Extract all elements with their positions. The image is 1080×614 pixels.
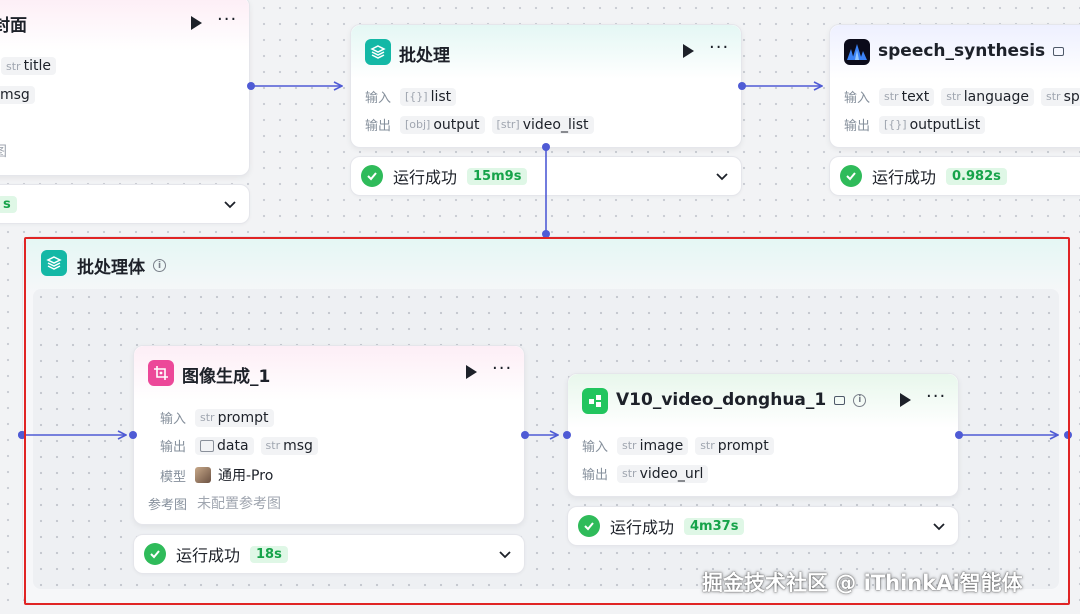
- run-time-badge: 4m37s: [684, 517, 745, 535]
- more-menu-button[interactable]: ···: [492, 358, 512, 379]
- input-tag-prompt: str prompt: [195, 408, 274, 427]
- input-tag-text: str text: [879, 87, 935, 106]
- more-menu-button[interactable]: ···: [926, 386, 946, 407]
- output-tag-output: [obj] output: [400, 115, 485, 134]
- video-node-status[interactable]: 运行成功 4m37s: [567, 506, 959, 546]
- image-node-status[interactable]: 运行成功 18s: [133, 534, 525, 574]
- video-node-title: V10_video_donghua_1 i: [616, 390, 867, 410]
- ref-image-value: 未配置参考图: [197, 496, 281, 512]
- batch-node-status[interactable]: 运行成功 15m9s: [350, 156, 742, 196]
- status-text: 运行成功: [610, 518, 675, 537]
- run-time-badge: 18s: [250, 545, 288, 563]
- batch-node[interactable]: 批处理 ··· 输入 [{}] list 输出 [obj] output [str]…: [350, 24, 742, 148]
- watermark: 掘金技术社区 @ iThinkAi智能体: [702, 571, 1023, 595]
- model-name: 通用-Pro: [218, 468, 274, 484]
- plugin-badge-icon: [834, 395, 846, 405]
- input-tag-speak: strspeak: [1040, 87, 1080, 106]
- more-menu-button[interactable]: ···: [709, 37, 729, 58]
- status-text: 运行成功: [393, 168, 458, 187]
- run-button[interactable]: [191, 16, 202, 30]
- run-button[interactable]: [683, 44, 694, 58]
- output-tag-video-list: [str] video_list: [491, 115, 594, 134]
- status-text: 运行成功: [176, 546, 241, 565]
- image-node-title: 图像生成_1: [182, 367, 271, 387]
- run-button[interactable]: [466, 365, 477, 379]
- batch-node-title: 批处理: [399, 46, 450, 66]
- output-tag-msg: str msg: [260, 436, 318, 455]
- edge-batch-to-speech: [738, 82, 822, 90]
- group-title: 批处理体 i: [77, 253, 166, 278]
- info-icon[interactable]: i: [153, 259, 166, 272]
- chevron-down-icon[interactable]: [498, 547, 512, 561]
- layers-icon: [365, 39, 391, 65]
- output-tag-video-url: str video_url: [617, 464, 709, 483]
- waveform-logo-icon: [844, 39, 870, 65]
- cover-node[interactable]: 封面 ··· strtitle msg 图: [0, 0, 250, 176]
- run-time-badge: 15m9s: [467, 167, 528, 185]
- image-generation-node[interactable]: 图像生成_1 ··· 输入 str prompt 输出 data str msg 模…: [133, 345, 525, 525]
- input-tag-language: str language: [941, 87, 1034, 106]
- video-donghua-node[interactable]: V10_video_donghua_1 i ··· 输入 str image st…: [567, 373, 959, 497]
- cover-node-title: 封面: [0, 16, 27, 36]
- output-tag-title: str title: [1, 57, 56, 75]
- speech-synthesis-node[interactable]: speech_synthesis 输入 str text str language …: [829, 24, 1080, 148]
- layers-icon: [41, 250, 67, 276]
- cover-node-status[interactable]: s: [0, 184, 250, 224]
- speech-node-title: speech_synthesis: [878, 41, 1065, 61]
- image-crop-icon: [148, 360, 174, 386]
- more-menu-button[interactable]: ···: [217, 9, 237, 30]
- success-check-icon: [361, 165, 383, 187]
- speech-node-status[interactable]: 运行成功 0.982s: [829, 156, 1080, 196]
- chevron-down-icon[interactable]: [223, 197, 237, 211]
- run-time-badge: 0.982s: [946, 167, 1007, 185]
- image-type-icon: [200, 439, 214, 452]
- success-check-icon: [578, 515, 600, 537]
- success-check-icon: [840, 165, 862, 187]
- info-icon[interactable]: i: [853, 393, 867, 407]
- chevron-down-icon[interactable]: [715, 169, 729, 183]
- output-tag-outputlist: [{}] outputList: [879, 115, 986, 134]
- success-check-icon: [144, 543, 166, 565]
- output-tag-msg: msg: [0, 86, 35, 104]
- model-avatar: [195, 467, 211, 483]
- input-tag-list: [{}] list: [400, 87, 457, 106]
- status-text: 运行成功: [872, 168, 937, 187]
- input-tag-prompt: str prompt: [695, 436, 774, 455]
- chevron-down-icon[interactable]: [932, 519, 946, 533]
- run-button[interactable]: [900, 393, 911, 407]
- output-tag-data: data: [195, 436, 254, 455]
- input-tag-image: str image: [617, 436, 689, 455]
- edge-left-to-batch: [247, 82, 342, 90]
- ref-image-partial: 图: [0, 141, 7, 161]
- run-time-badge: s: [0, 195, 17, 213]
- plugin-badge-icon: [1053, 46, 1065, 56]
- plugin-blocks-icon: [582, 388, 608, 414]
